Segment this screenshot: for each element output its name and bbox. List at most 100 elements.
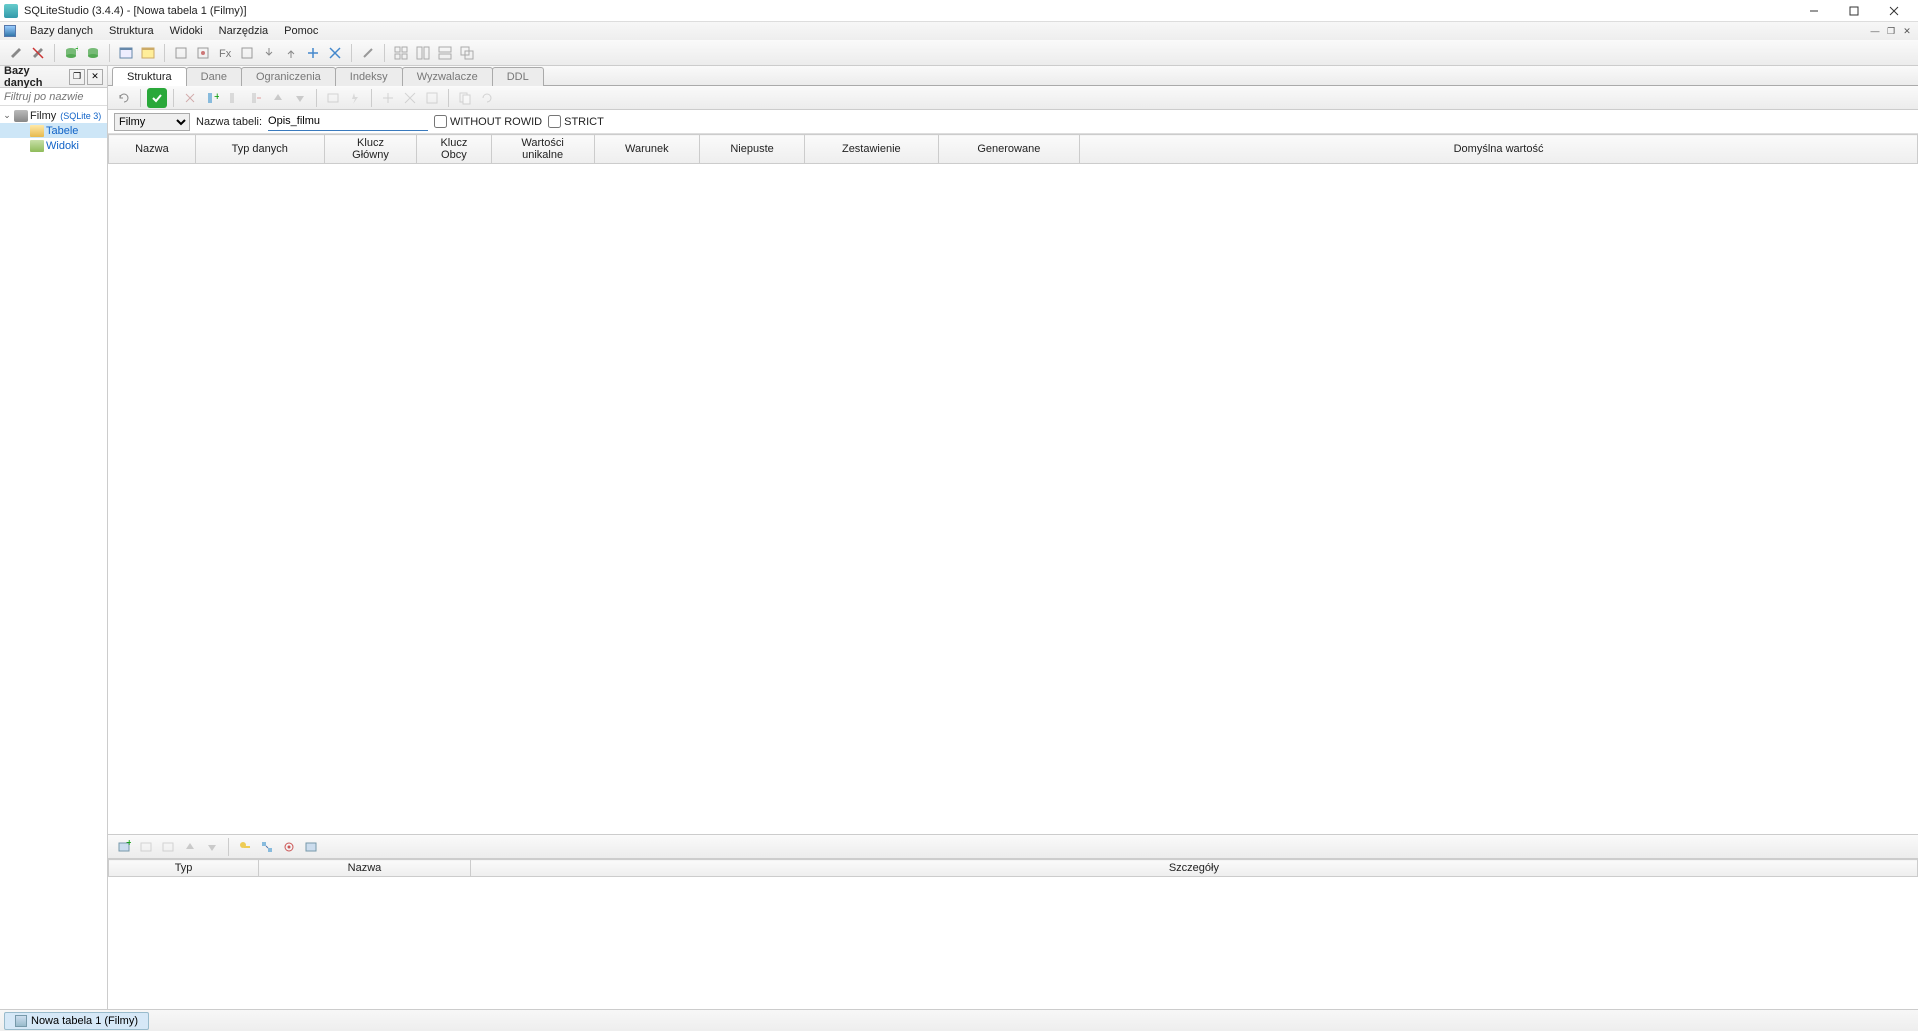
connect-db-button[interactable] [6, 43, 26, 63]
expand-all-icon[interactable] [303, 43, 323, 63]
svg-text:Fx: Fx [219, 48, 232, 60]
edit-column-button [224, 88, 244, 108]
close-panel-button[interactable]: ✕ [87, 69, 103, 85]
tab-dane[interactable]: Dane [186, 67, 242, 86]
ddl-history-button[interactable] [138, 43, 158, 63]
col-domyslna[interactable]: Domyślna wartość [1080, 135, 1918, 164]
menu-structure[interactable]: Struktura [101, 23, 162, 39]
svg-text:+: + [126, 840, 131, 849]
document-icon [4, 25, 16, 37]
col-zestawienie[interactable]: Zestawienie [805, 135, 939, 164]
export-button[interactable] [281, 43, 301, 63]
col-nazwa[interactable]: Nazwa [109, 135, 196, 164]
delete-constraint-button [158, 837, 178, 857]
tab-indeksy[interactable]: Indeksy [335, 67, 403, 86]
cascade-windows-button[interactable] [457, 43, 477, 63]
without-rowid-checkbox[interactable]: WITHOUT ROWID [434, 115, 542, 128]
chevron-down-icon[interactable]: ⌄ [2, 110, 12, 121]
document-tab[interactable]: Nowa tabela 1 (Filmy) [4, 1012, 149, 1030]
col-warunek[interactable]: Warunek [594, 135, 699, 164]
create-similar-button [477, 88, 497, 108]
db-engine-label: (SQLite 3) [60, 111, 101, 121]
db-select[interactable]: Filmy [114, 113, 190, 131]
move-constraint-up-button [180, 837, 200, 857]
window-title: SQLiteStudio (3.4.4) - [Nowa tabela 1 (F… [24, 5, 1794, 17]
tab-wyzwalacze[interactable]: Wyzwalacze [402, 67, 493, 86]
mdi-controls: — ❐ ✕ [1868, 24, 1914, 38]
fx-button[interactable]: Fx [215, 43, 235, 63]
configure-button[interactable] [358, 43, 378, 63]
mdi-close-button[interactable]: ✕ [1900, 24, 1914, 38]
col-klucz-glowny[interactable]: KluczGłówny [324, 135, 417, 164]
move-down-button [290, 88, 310, 108]
folder-icon [30, 125, 44, 137]
menu-help[interactable]: Pomoc [276, 23, 326, 39]
import-button[interactable] [259, 43, 279, 63]
functions-button[interactable] [193, 43, 213, 63]
populate-button [422, 88, 442, 108]
tree-views-node[interactable]: Widoki [0, 138, 107, 153]
columns-grid[interactable]: Nazwa Typ danych KluczGłówny KluczObcy W… [108, 134, 1918, 835]
col-niepuste[interactable]: Niepuste [700, 135, 805, 164]
commit-button[interactable] [147, 88, 167, 108]
tab-strip: Struktura Dane Ograniczenia Indeksy Wyzw… [108, 66, 1918, 86]
svg-text:+: + [75, 46, 78, 55]
import-table-button [378, 88, 398, 108]
structure-toolbar: + [108, 86, 1918, 110]
menu-databases[interactable]: Bazy danych [22, 23, 101, 39]
close-button[interactable] [1874, 0, 1914, 22]
document-tab-label: Nowa tabela 1 (Filmy) [31, 1015, 138, 1027]
tree-tables-node[interactable]: Tabele [0, 123, 107, 138]
minimize-button[interactable] [1794, 0, 1834, 22]
collapse-all-icon[interactable] [325, 43, 345, 63]
tile-windows-button[interactable] [391, 43, 411, 63]
mdi-restore-button[interactable]: ❐ [1884, 24, 1898, 38]
strict-checkbox[interactable]: STRICT [548, 115, 604, 128]
add-trigger-button [345, 88, 365, 108]
add-column-button[interactable]: + [202, 88, 222, 108]
add-pk-constraint-button[interactable] [235, 837, 255, 857]
add-db-button[interactable]: + [61, 43, 81, 63]
col-klucz-obcy[interactable]: KluczObcy [417, 135, 491, 164]
tab-ddl[interactable]: DDL [492, 67, 544, 86]
con-szczegoly[interactable]: Szczegóły [470, 860, 1917, 877]
copy-button [455, 88, 475, 108]
open-sql-editor-button[interactable] [116, 43, 136, 63]
add-unique-constraint-button[interactable] [279, 837, 299, 857]
con-nazwa[interactable]: Nazwa [259, 860, 471, 877]
tile-horizontal-button[interactable] [413, 43, 433, 63]
col-typ[interactable]: Typ danych [195, 135, 324, 164]
edit-constraint-button [136, 837, 156, 857]
tab-ograniczenia[interactable]: Ograniczenia [241, 67, 336, 86]
mdi-minimize-button[interactable]: — [1868, 24, 1882, 38]
sidebar-title: Bazy danych [4, 65, 67, 89]
tile-vertical-button[interactable] [435, 43, 455, 63]
move-constraint-down-button [202, 837, 222, 857]
tab-struktura[interactable]: Struktura [112, 67, 187, 86]
main-toolbar: + Fx [0, 40, 1918, 66]
refresh-button[interactable] [114, 88, 134, 108]
tree-db-node[interactable]: ⌄ Filmy (SQLite 3) [0, 108, 107, 123]
maximize-button[interactable] [1834, 0, 1874, 22]
col-generowane[interactable]: Generowane [938, 135, 1080, 164]
edit-db-button[interactable] [83, 43, 103, 63]
collations-button[interactable] [237, 43, 257, 63]
table-name-input[interactable] [268, 113, 428, 131]
col-unikalne[interactable]: Wartościunikalne [491, 135, 594, 164]
add-constraint-button[interactable]: + [114, 837, 134, 857]
status-bar: Nowa tabela 1 (Filmy) [0, 1009, 1918, 1031]
filter-input[interactable] [0, 88, 107, 106]
delete-column-button [246, 88, 266, 108]
constraints-grid[interactable]: Typ Nazwa Szczegóły [108, 859, 1918, 1009]
rollback-button [180, 88, 200, 108]
load-ext-button[interactable] [171, 43, 191, 63]
add-fk-constraint-button[interactable] [257, 837, 277, 857]
constraints-header-row: Typ Nazwa Szczegóły [109, 860, 1918, 877]
menu-views[interactable]: Widoki [162, 23, 211, 39]
add-check-constraint-button[interactable] [301, 837, 321, 857]
con-typ[interactable]: Typ [109, 860, 259, 877]
main-area: Struktura Dane Ograniczenia Indeksy Wyzw… [108, 66, 1918, 1009]
menu-tools[interactable]: Narzędzia [211, 23, 277, 39]
disconnect-db-button[interactable] [28, 43, 48, 63]
undock-button[interactable]: ❐ [69, 69, 85, 85]
